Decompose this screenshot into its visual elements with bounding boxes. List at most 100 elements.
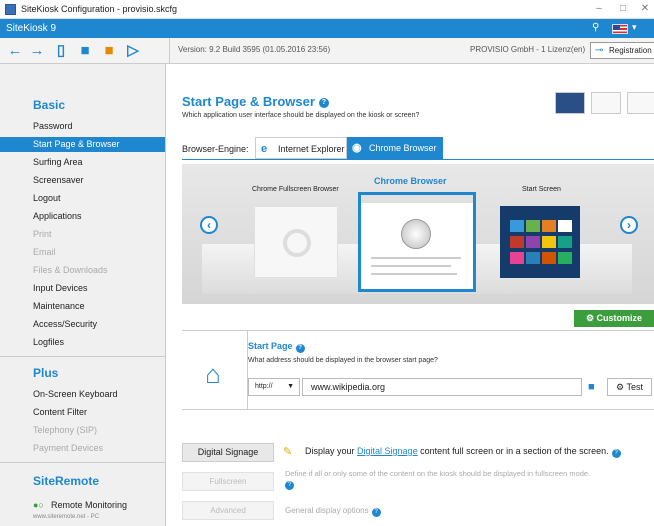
digital-signage-link[interactable]: Digital Signage — [357, 446, 418, 456]
sidebar-item-print: Print — [33, 229, 52, 239]
registration-button[interactable]: ⊸ Registration — [590, 42, 654, 59]
sidebar-item-maintenance[interactable]: Maintenance — [0, 299, 165, 314]
close-button[interactable]: ✕ — [634, 2, 654, 16]
chevron-down-icon[interactable]: ▾ — [632, 22, 637, 33]
preview-address-bar — [361, 195, 473, 203]
sidebar-item-remote-monitoring[interactable]: Remote Monitoring — [51, 500, 127, 510]
window-title: SiteKiosk Configuration - provisio.skcfg — [21, 4, 178, 14]
preview-text-line — [371, 273, 457, 275]
chrome-logo-icon — [283, 229, 311, 257]
help-icon[interactable]: ? — [295, 344, 305, 353]
siteremote-server-label: www.siteremote.net - PC — [33, 514, 100, 520]
export-icon[interactable]: ▷ — [124, 42, 142, 60]
section-title-plus: Plus — [33, 366, 59, 380]
tile — [542, 236, 556, 248]
sidebar-item-files-downloads: Files & Downloads — [33, 265, 108, 275]
sidebar-item-password[interactable]: Password — [0, 119, 165, 134]
preview-chrome-browser[interactable] — [358, 192, 476, 292]
carousel-label-center: Chrome Browser — [374, 176, 447, 186]
tile — [542, 252, 556, 264]
main-toolbar: ← → ▯ ■ ■ ▷ Version: 9.2 Build 3595 (01.… — [0, 38, 654, 64]
start-page-section: ⌂ Start Page? What address should be dis… — [182, 330, 654, 410]
browser-engine-label: Browser-Engine: — [182, 144, 249, 154]
tile — [510, 252, 524, 264]
carousel-next-icon[interactable]: › — [620, 216, 638, 234]
protocol-select[interactable]: http://▼ — [248, 378, 300, 396]
sidebar-item-logout[interactable]: Logout — [0, 191, 165, 206]
start-url-input[interactable]: www.wikipedia.org — [302, 378, 582, 396]
us-flag-icon[interactable] — [612, 24, 628, 34]
save-icon[interactable]: ■ — [100, 42, 118, 60]
remote-monitoring-icon: ●○ — [33, 500, 44, 510]
tab-internet-explorer[interactable]: e Internet Explorer — [255, 137, 347, 159]
signage-brush-icon: ✎ — [283, 446, 293, 458]
minimize-button[interactable]: – — [588, 2, 610, 16]
fullscreen-button: Fullscreen — [182, 472, 274, 491]
test-button[interactable]: ⚙ Test — [607, 378, 652, 396]
fullscreen-description: Define if all or only some of the conten… — [285, 469, 591, 490]
new-file-icon[interactable]: ▯ — [52, 42, 70, 60]
section-title-basic: Basic — [33, 98, 66, 112]
toolbar-divider — [169, 38, 170, 64]
search-icon[interactable]: ⚲ — [592, 22, 599, 33]
digital-signage-button[interactable]: Digital Signage — [182, 443, 274, 462]
tile — [558, 252, 572, 264]
sidebar-divider — [0, 356, 165, 357]
version-label: Version: 9.2 Build 3595 (01.05.2016 23:5… — [178, 45, 331, 54]
app-brand: SiteKiosk 9 — [6, 23, 57, 34]
tab-label: Chrome Browser — [369, 143, 437, 153]
sidebar-item-access-security[interactable]: Access/Security — [0, 317, 165, 332]
help-icon[interactable]: ? — [611, 449, 621, 458]
sidebar-item-email: Email — [33, 247, 56, 257]
sidebar-item-surfing-area[interactable]: Surfing Area — [0, 155, 165, 170]
tile — [510, 236, 524, 248]
sidebar-item-content-filter[interactable]: Content Filter — [0, 405, 165, 420]
window-titlebar: SiteKiosk Configuration - provisio.skcfg… — [0, 0, 654, 19]
carousel-prev-icon[interactable]: ‹ — [200, 216, 218, 234]
advanced-description: General display options? — [285, 506, 381, 517]
tile — [558, 236, 572, 248]
chrome-icon: ◉ — [352, 142, 362, 154]
tab-chrome-browser[interactable]: ◉ Chrome Browser — [347, 137, 443, 159]
preview-start-screen[interactable] — [500, 206, 580, 278]
sidebar-item-start-page-browser[interactable]: Start Page & Browser — [0, 137, 165, 152]
main-panel: Start Page & Browser? Which application … — [167, 64, 654, 526]
sidebar-divider — [0, 462, 165, 463]
back-icon[interactable]: ← — [6, 42, 24, 60]
start-page-title: Start Page? — [248, 341, 305, 353]
sidebar-item-on-screen-keyboard[interactable]: On-Screen Keyboard — [0, 387, 165, 402]
sidebar-item-applications[interactable]: Applications — [0, 209, 165, 224]
sidebar-item-logfiles[interactable]: Logfiles — [0, 335, 165, 350]
preview-chrome-fullscreen[interactable] — [254, 206, 338, 278]
start-page-description: What address should be displayed in the … — [248, 357, 438, 364]
thumbnail-fullscreen[interactable] — [627, 92, 654, 114]
tile — [526, 236, 540, 248]
help-icon[interactable]: ? — [371, 508, 381, 517]
page-subtitle: Which application user interface should … — [182, 112, 420, 119]
section-title-siteremote: SiteRemote — [33, 474, 100, 488]
license-label[interactable]: PROVISIO GmbH - 1 Lizenz(en) — [470, 45, 585, 54]
digital-signage-description: Display your Digital Signage content ful… — [305, 446, 621, 458]
wikipedia-globe-icon — [401, 219, 431, 249]
help-icon[interactable]: ? — [285, 481, 294, 490]
carousel-label-left: Chrome Fullscreen Browser — [252, 186, 339, 193]
sidebar-item-input-devices[interactable]: Input Devices — [0, 281, 165, 296]
tile — [526, 252, 540, 264]
maximize-button[interactable]: □ — [612, 2, 634, 16]
help-icon[interactable]: ? — [318, 98, 329, 108]
app-header: SiteKiosk 9 ⚲ ▾ — [0, 19, 654, 38]
sidebar-item-payment-devices: Payment Devices — [33, 443, 104, 453]
sidebar-item-screensaver[interactable]: Screensaver — [0, 173, 165, 188]
preview-text-line — [371, 265, 451, 267]
home-icon: ⌂ — [205, 359, 221, 389]
thumbnail-start-screen[interactable] — [555, 92, 585, 114]
advanced-button: Advanced — [182, 501, 274, 520]
chevron-down-icon: ▼ — [287, 383, 294, 390]
customize-button[interactable]: ⚙ Customize — [574, 310, 654, 327]
forward-icon[interactable]: → — [28, 42, 46, 60]
folder-icon[interactable]: ■ — [588, 378, 602, 396]
open-folder-icon[interactable]: ■ — [76, 42, 94, 60]
tab-label: Internet Explorer — [278, 144, 345, 154]
tile — [558, 220, 572, 232]
thumbnail-browser[interactable] — [591, 92, 621, 114]
